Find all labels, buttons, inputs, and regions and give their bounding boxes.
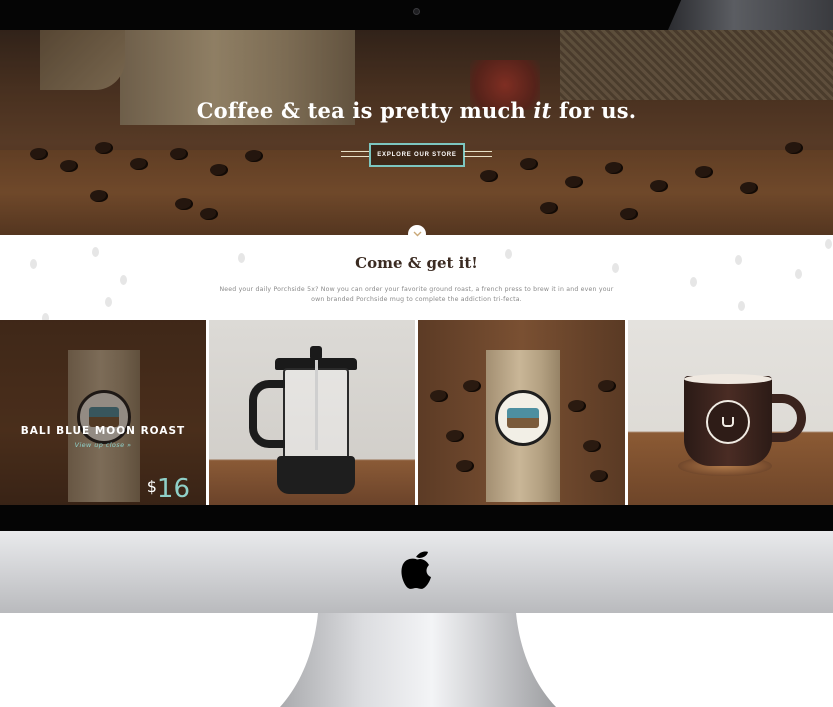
product-tile-mug[interactable]	[628, 320, 833, 505]
product-grid: BALI BLUE MOON ROAST View up close » $16	[0, 320, 833, 505]
imac-bottom-bezel	[0, 505, 833, 531]
decorative-bean-icon	[825, 239, 832, 249]
hero-title-text: Coffee & tea is pretty much	[196, 98, 534, 123]
bean	[463, 380, 481, 392]
press-handle	[249, 380, 285, 448]
decorative-bean-icon	[105, 297, 112, 307]
decorative-bean-icon	[738, 301, 745, 311]
camera-icon	[413, 8, 420, 15]
bean	[583, 440, 601, 452]
hero-title: Coffee & tea is pretty much it for us.	[0, 98, 833, 123]
hero-overlay	[0, 30, 833, 235]
porchside-logo-icon	[495, 390, 551, 446]
mug-rim	[684, 374, 772, 384]
imac-stand	[280, 613, 556, 707]
bean	[598, 380, 616, 392]
decorative-bean-icon	[42, 313, 49, 320]
bean	[446, 430, 464, 442]
screen: Coffee & tea is pretty much it for us. E…	[0, 30, 833, 505]
bean	[590, 470, 608, 482]
cup-icon	[722, 417, 734, 427]
view-up-close-link[interactable]: View up close »	[0, 441, 206, 449]
product-tile-featured[interactable]: BALI BLUE MOON ROAST View up close » $16	[0, 320, 206, 505]
hero-cta-group: EXPLORE OUR STORE	[341, 143, 492, 167]
decorative-bean-icon	[120, 275, 127, 285]
bean	[430, 390, 448, 402]
explore-store-button[interactable]: EXPLORE OUR STORE	[369, 143, 465, 167]
bean	[456, 460, 474, 472]
cta-rule-right	[464, 151, 492, 157]
bezel-reflection	[668, 0, 833, 30]
bean	[568, 400, 586, 412]
hero-section: Coffee & tea is pretty much it for us. E…	[0, 30, 833, 235]
apple-logo-icon	[401, 551, 431, 589]
press-base	[277, 456, 355, 494]
decorative-bean-icon	[690, 277, 697, 287]
press-rod	[315, 360, 318, 450]
price-value: 16	[156, 474, 190, 504]
cta-rule-left	[341, 151, 369, 157]
mug-handle	[766, 394, 806, 442]
imac-top-bezel	[0, 0, 833, 30]
product-name: BALI BLUE MOON ROAST	[20, 425, 186, 437]
price-currency: $	[146, 477, 157, 496]
scroll-down-button[interactable]	[408, 225, 426, 243]
product-tile-coffee-bag[interactable]	[418, 320, 625, 505]
promo-description: Need your daily Porchside 5x? Now you ca…	[219, 286, 614, 303]
hero-title-text-end: for us.	[551, 98, 637, 123]
product-price: $16	[147, 474, 190, 502]
chevron-down-icon	[413, 231, 421, 237]
promo-section: Come & get it! Need your daily Porchside…	[0, 235, 833, 320]
product-tile-french-press[interactable]	[209, 320, 415, 505]
porchside-mug-logo-icon	[706, 400, 750, 444]
promo-title: Come & get it!	[355, 254, 478, 272]
hero-title-emphasis: it	[533, 98, 552, 123]
